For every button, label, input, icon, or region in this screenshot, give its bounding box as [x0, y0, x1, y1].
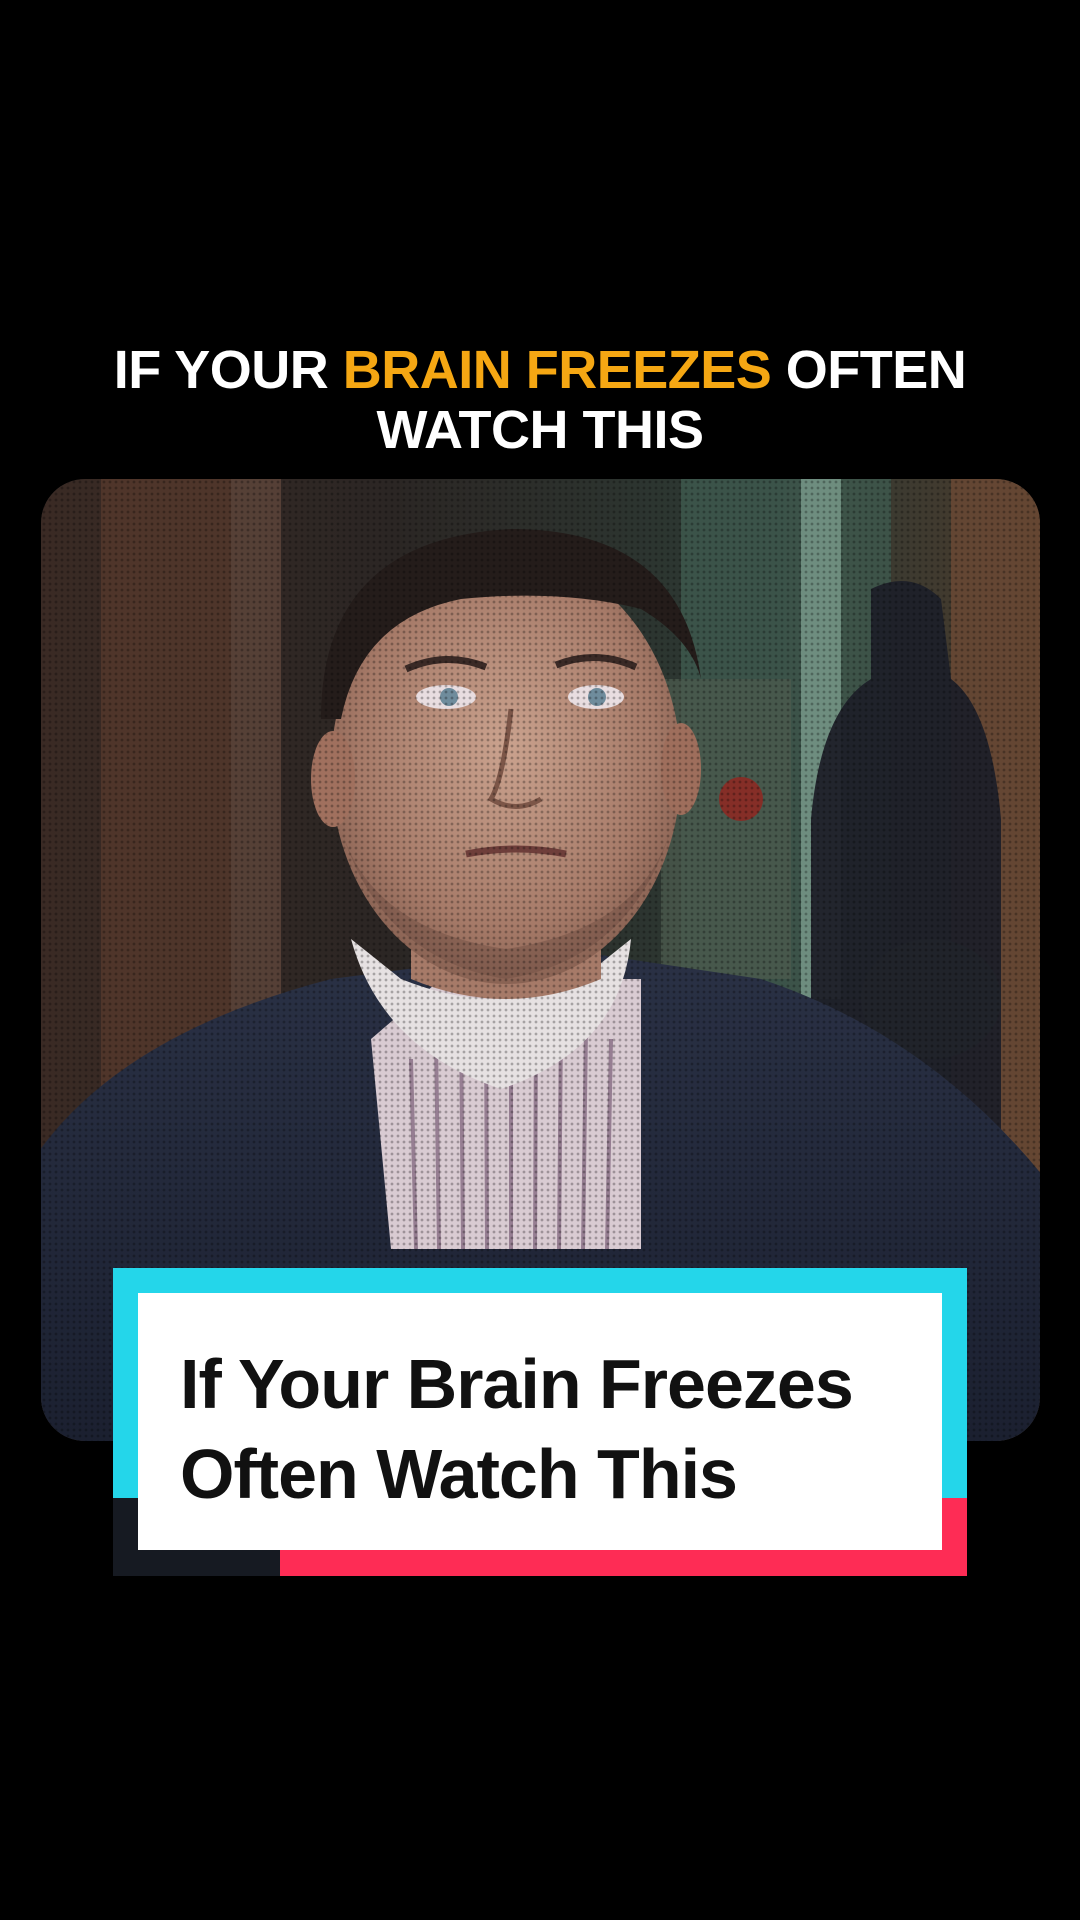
headline-text-end: OFTEN: [771, 340, 967, 400]
card-title-line-1: If Your Brain Freezes: [180, 1345, 854, 1423]
headline-text-start: IF YOUR: [113, 340, 343, 400]
title-card: If Your Brain Freezes Often Watch This: [138, 1293, 942, 1550]
headline-accent: BRAIN FREEZES: [342, 340, 772, 400]
bg-flowers: [719, 777, 763, 821]
card-title: If Your Brain Freezes Often Watch This: [180, 1339, 942, 1519]
iris-right: [588, 688, 606, 706]
ear-left: [311, 731, 355, 827]
headline-line-1: IF YOUR BRAIN FREEZES OFTEN: [0, 340, 1080, 400]
card-title-line-2: Often Watch This: [180, 1435, 738, 1513]
headline-line-2: WATCH THIS: [376, 400, 704, 460]
ear-right: [661, 723, 701, 815]
iris-left: [440, 688, 458, 706]
headline: IF YOUR BRAIN FREEZES OFTEN WATCH THIS: [0, 340, 1080, 460]
